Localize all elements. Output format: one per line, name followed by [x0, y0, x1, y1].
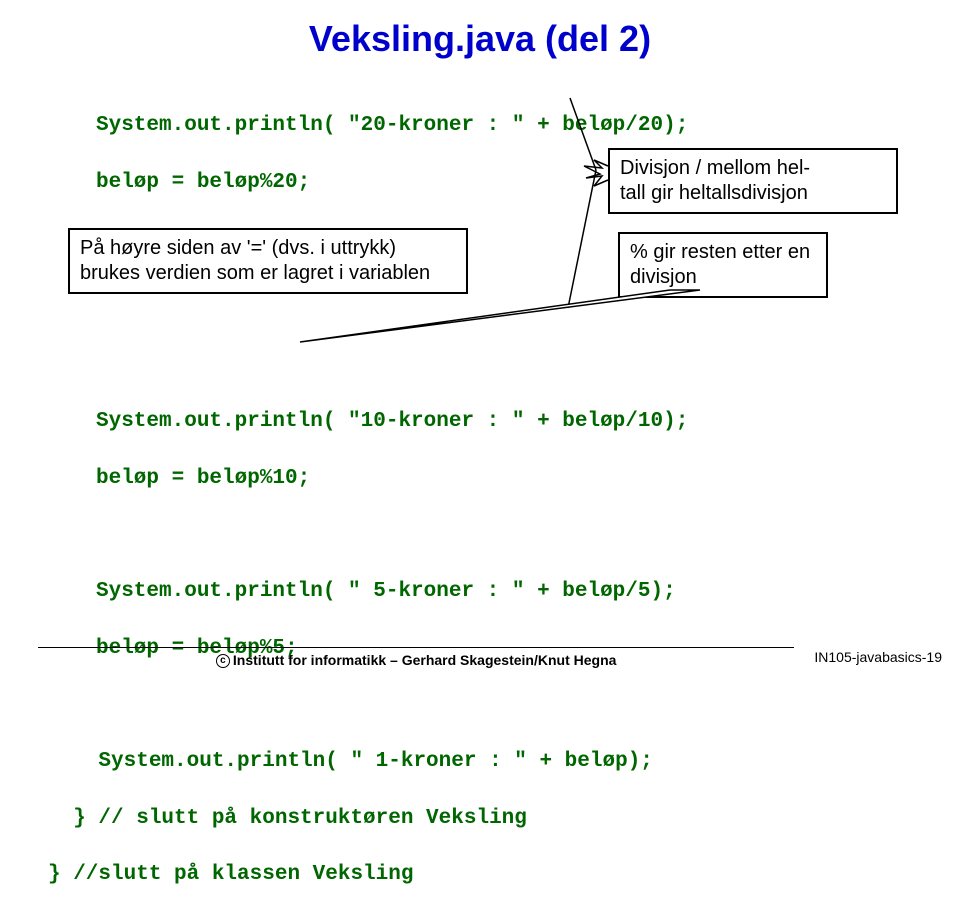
annotation-assignment: På høyre siden av '=' (dvs. i uttrykk) b… — [68, 228, 468, 294]
code-line: } // slutt på konstruktøren Veksling — [48, 805, 960, 833]
copyright-icon: c — [216, 654, 230, 668]
code-line: System.out.println( "10-kroner : " + bel… — [96, 408, 960, 436]
code-line: } //slutt på klassen Veksling — [48, 861, 960, 889]
code-line: System.out.println( " 1-kroner : " + bel… — [48, 748, 960, 776]
code-line: System.out.println( " 5-kroner : " + bel… — [96, 578, 960, 606]
code-line: System.out.println( "20-kroner : " + bel… — [96, 112, 960, 140]
footer-center: cInstitutt for informatikk – Gerhard Ska… — [38, 647, 794, 668]
page-title: Veksling.java (del 2) — [0, 18, 960, 60]
code-line: beløp = beløp%10; — [96, 465, 960, 493]
footer-right: IN105-javabasics-19 — [814, 649, 942, 665]
annotation-percent: % gir resten etter en divisjon — [618, 232, 828, 298]
footer: cInstitutt for informatikk – Gerhard Ska… — [0, 647, 960, 668]
annotation-division: Divisjon / mellom hel- tall gir heltalls… — [608, 148, 898, 214]
